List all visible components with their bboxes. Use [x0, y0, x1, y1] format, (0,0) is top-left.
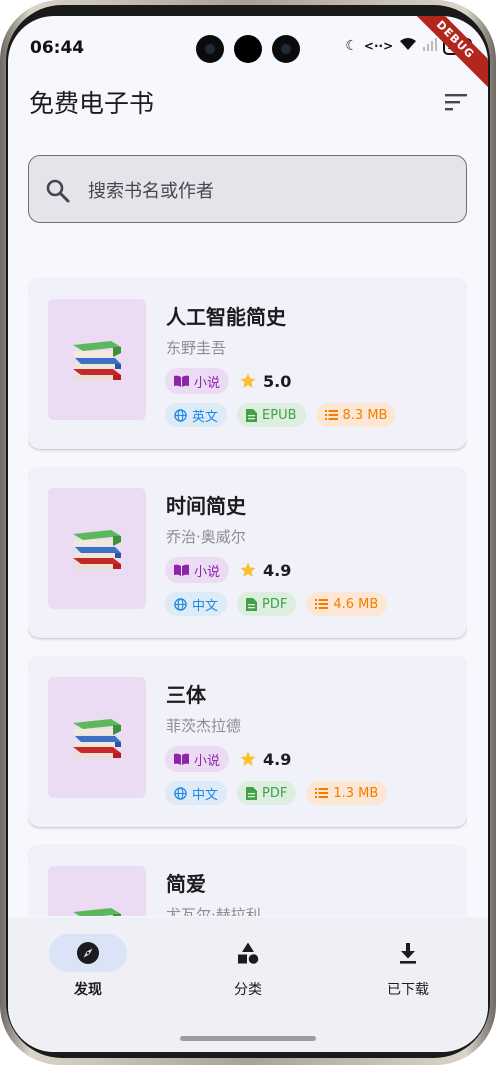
- size-label: 8.3 MB: [342, 407, 388, 423]
- book-meta-row: 小说 4.9: [165, 557, 291, 583]
- category-icon: [236, 941, 260, 965]
- size-chip: 8.3 MB: [315, 403, 397, 427]
- language-label: 中文: [192, 598, 219, 614]
- nav-item-downloaded[interactable]: 已下载: [328, 917, 488, 1007]
- book-cover: [48, 299, 146, 420]
- book-info-row: 中文 PDF 4.6 MB: [165, 592, 388, 616]
- data-transfer-icon: <··>: [363, 39, 394, 53]
- book-meta-row: 小说 5.0: [165, 368, 291, 394]
- genre-label: 小说: [194, 564, 221, 580]
- size-label: 4.6 MB: [333, 596, 379, 612]
- page-title: 免费电子书: [29, 89, 155, 118]
- rating-value: 5.0: [263, 371, 292, 391]
- format-chip: PDF: [237, 781, 297, 805]
- genre-chip: 小说: [165, 746, 230, 772]
- genre-label: 小说: [194, 375, 221, 391]
- language-chip: 英文: [165, 403, 228, 427]
- book-title: 时间简史: [166, 494, 246, 518]
- format-label: EPUB: [262, 407, 297, 423]
- globe-icon: [174, 408, 187, 422]
- book-open-icon: [174, 564, 189, 576]
- book-info-row: 中文 PDF 1.3 MB: [165, 781, 388, 805]
- file-icon: [246, 597, 258, 611]
- globe-icon: [174, 786, 187, 800]
- rating: 5.0: [239, 372, 291, 391]
- wifi-icon: [399, 37, 417, 55]
- format-label: PDF: [262, 596, 288, 612]
- book-author: 尤瓦尔·赫拉利: [166, 906, 261, 916]
- size-chip: 1.3 MB: [306, 781, 388, 805]
- search-icon: [45, 178, 71, 204]
- file-icon: [246, 408, 258, 422]
- genre-label: 小说: [194, 753, 221, 769]
- book-title: 人工智能简史: [166, 305, 286, 329]
- book-card[interactable]: 时间简史乔治·奥威尔 小说 4.9 中文 PDF 4.6 MB: [28, 468, 467, 638]
- nav-label: 发现: [74, 982, 102, 998]
- do-not-disturb-icon: ☾: [345, 38, 358, 54]
- language-chip: 中文: [165, 781, 228, 805]
- book-author: 乔治·奥威尔: [166, 528, 246, 546]
- book-meta-row: 小说 4.9: [165, 746, 291, 772]
- search-placeholder: 搜索书名或作者: [88, 181, 214, 202]
- language-chip: 中文: [165, 592, 228, 616]
- book-info-row: 英文 EPUB 8.3 MB: [165, 403, 397, 427]
- nav-item-discover[interactable]: 发现: [8, 917, 168, 1007]
- download-icon: [396, 941, 420, 965]
- star-icon: [239, 372, 257, 390]
- size-label: 1.3 MB: [333, 785, 379, 801]
- book-cover: [48, 677, 146, 798]
- rating: 4.9: [239, 561, 291, 580]
- camera-icon: [196, 35, 224, 63]
- nav-label: 分类: [234, 982, 262, 998]
- book-author: 东野圭吾: [166, 339, 227, 357]
- book-title: 三体: [166, 683, 206, 707]
- list-icon: [324, 409, 338, 421]
- book-open-icon: [174, 753, 189, 765]
- star-icon: [239, 750, 257, 768]
- book-list[interactable]: 人工智能简史东野圭吾小说 5.0 英文 EPUB 8.3 MB 时间简史乔治·奥威尔 小说 4…: [28, 262, 467, 916]
- star-icon: [239, 561, 257, 579]
- status-time: 06:44: [30, 38, 85, 58]
- language-label: 英文: [192, 409, 219, 425]
- book-cover: [48, 488, 146, 609]
- list-icon: [315, 598, 329, 610]
- book-card[interactable]: 三体菲茨杰拉德小说 4.9 中文 PDF 1.3 MB: [28, 657, 467, 827]
- nav-label: 已下载: [387, 982, 429, 998]
- language-label: 中文: [192, 787, 219, 803]
- status-bar: 06:44 ☾ <··> 100 DEBUG: [8, 16, 488, 94]
- book-open-icon: [174, 375, 189, 387]
- home-indicator[interactable]: [180, 1036, 316, 1041]
- search-input[interactable]: 搜索书名或作者: [28, 155, 467, 223]
- rating-value: 4.9: [263, 749, 292, 769]
- book-author: 菲茨杰拉德: [166, 717, 242, 735]
- rating: 4.9: [239, 750, 291, 769]
- rating-value: 4.9: [263, 560, 292, 580]
- size-chip: 4.6 MB: [306, 592, 388, 616]
- bottom-navigation: 发现 分类 已下载: [8, 917, 488, 1052]
- signal-icon: [423, 37, 438, 55]
- format-label: PDF: [262, 785, 288, 801]
- book-cover: [48, 866, 146, 916]
- book-card[interactable]: 简爱尤瓦尔·赫拉利: [28, 846, 467, 916]
- app-screen: 06:44 ☾ <··> 100 DEBUG 免费电子书: [8, 16, 488, 1052]
- filter-list-icon[interactable]: [444, 92, 468, 112]
- book-title: 简爱: [166, 872, 206, 896]
- camera-icon: [234, 35, 262, 63]
- list-icon: [315, 787, 329, 799]
- book-card[interactable]: 人工智能简史东野圭吾小说 5.0 英文 EPUB 8.3 MB: [28, 279, 467, 449]
- genre-chip: 小说: [165, 557, 230, 583]
- nav-item-category[interactable]: 分类: [168, 917, 328, 1007]
- camera-icon: [272, 35, 300, 63]
- file-icon: [246, 786, 258, 800]
- compass-icon: [76, 941, 100, 965]
- format-chip: EPUB: [237, 403, 306, 427]
- globe-icon: [174, 597, 187, 611]
- genre-chip: 小说: [165, 368, 230, 394]
- app-bar: 免费电子书: [8, 78, 488, 126]
- format-chip: PDF: [237, 592, 297, 616]
